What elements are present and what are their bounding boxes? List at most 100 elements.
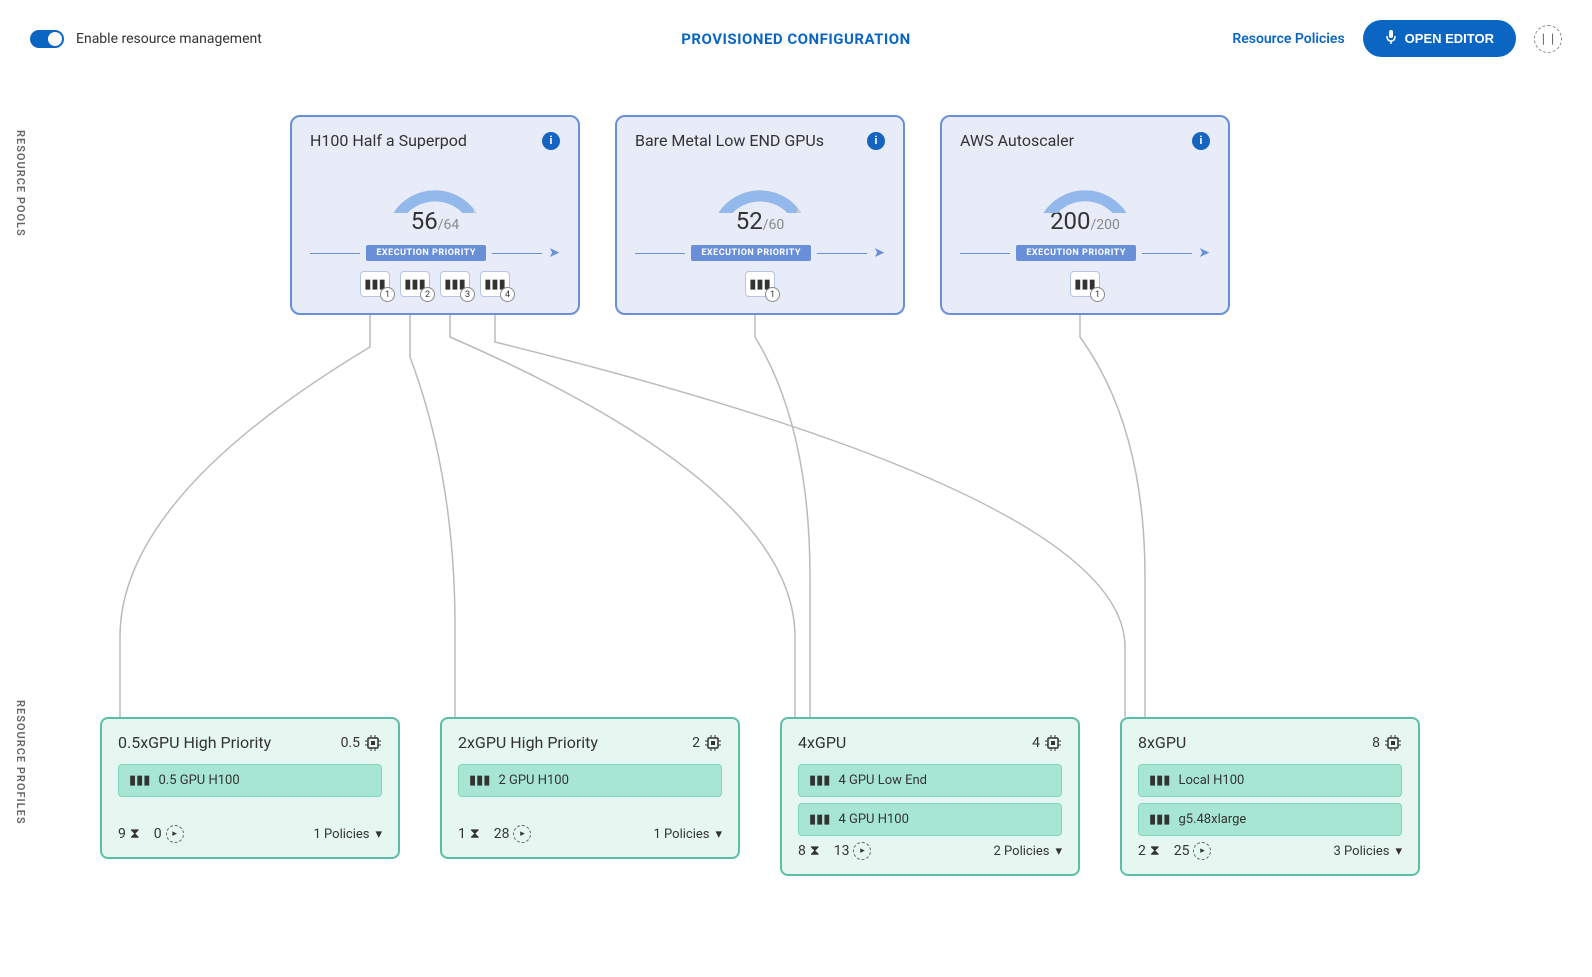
- slot-num: 2: [420, 287, 435, 302]
- gpu-count: 8: [1372, 735, 1380, 751]
- pool-title: Bare Metal Low END GPUs: [635, 131, 824, 150]
- priority-badge: EXECUTION PRIORITY: [691, 245, 811, 261]
- play-icon: ▸: [1193, 842, 1211, 860]
- resource-label: g5.48xlarge: [1178, 812, 1246, 827]
- pool-slot[interactable]: ▮▮▮2: [400, 271, 430, 297]
- resource-item[interactable]: ▮▮▮ g5.48xlarge: [1138, 803, 1402, 836]
- slot-num: 1: [765, 287, 780, 302]
- toggle-label: Enable resource management: [76, 31, 262, 47]
- barcode-icon: ▮▮▮: [469, 773, 490, 788]
- slot-num: 1: [380, 287, 395, 302]
- policies-dropdown[interactable]: 1 Policies ▾: [654, 827, 723, 842]
- pool-title: H100 Half a Superpod: [310, 131, 467, 150]
- pause-icon: ❘❘: [1539, 32, 1557, 45]
- gauge-total: /60: [763, 217, 785, 233]
- gauge: [380, 158, 490, 213]
- pending-count: 8: [798, 843, 806, 859]
- arrow-right-icon: ➤: [548, 245, 560, 261]
- pool-slot[interactable]: ▮▮▮1: [745, 271, 775, 297]
- check-icon: ✓: [51, 33, 59, 43]
- policies-label: 3 Policies: [1334, 844, 1390, 859]
- policies-label: 1 Policies: [654, 827, 710, 842]
- gpu-count: 0.5: [341, 735, 360, 751]
- pool-card-baremetal[interactable]: Bare Metal Low END GPUs i 52/60 EXECUTIO…: [615, 115, 905, 315]
- profile-title: 0.5xGPU High Priority: [118, 733, 271, 752]
- enable-resource-toggle[interactable]: ✓: [30, 30, 64, 48]
- resource-label: 2 GPU H100: [498, 773, 568, 788]
- resource-item[interactable]: ▮▮▮ 4 GPU Low End: [798, 764, 1062, 797]
- info-icon[interactable]: i: [542, 132, 560, 150]
- policies-dropdown[interactable]: 3 Policies▾: [1334, 844, 1403, 859]
- resource-label: 4 GPU Low End: [838, 773, 927, 788]
- barcode-icon: ▮▮▮: [1149, 812, 1170, 827]
- header-bar: ✓ Enable resource management PROVISIONED…: [0, 0, 1592, 77]
- info-icon[interactable]: i: [1192, 132, 1210, 150]
- chevron-down-icon: ▾: [1055, 844, 1062, 859]
- pool-slot[interactable]: ▮▮▮1: [1070, 271, 1100, 297]
- resource-item[interactable]: ▮▮▮ 4 GPU H100: [798, 803, 1062, 836]
- barcode-icon: ▮▮▮: [809, 812, 830, 827]
- resource-label: 4 GPU H100: [838, 812, 908, 827]
- running-count: 0: [154, 826, 162, 842]
- policies-dropdown[interactable]: 1 Policies ▾: [314, 827, 383, 842]
- barcode-icon: ▮▮▮: [809, 773, 830, 788]
- policies-label: 1 Policies: [314, 827, 370, 842]
- pending-count: 2: [1138, 843, 1146, 859]
- gauge: [1030, 158, 1140, 213]
- pool-card-h100[interactable]: H100 Half a Superpod i 56/64 EXECUTION P…: [290, 115, 580, 315]
- chip-icon: [704, 734, 722, 752]
- profile-title: 4xGPU: [798, 733, 846, 752]
- hourglass-icon: ⧗: [470, 826, 480, 842]
- running-count: 28: [494, 826, 510, 842]
- pool-card-aws[interactable]: AWS Autoscaler i 200/200 EXECUTION PRIOR…: [940, 115, 1230, 315]
- barcode-icon: ▮▮▮: [129, 773, 150, 788]
- open-editor-label: OPEN EDITOR: [1405, 31, 1494, 46]
- slot-num: 4: [500, 287, 515, 302]
- hourglass-icon: ⧗: [810, 843, 820, 859]
- play-icon: ▸: [853, 842, 871, 860]
- slot-num: 3: [460, 287, 475, 302]
- resource-policies-link[interactable]: Resource Policies: [1232, 31, 1344, 47]
- pending-count: 9: [118, 826, 126, 842]
- play-icon: ▸: [513, 825, 531, 843]
- page-title: PROVISIONED CONFIGURATION: [681, 30, 910, 48]
- gpu-count: 4: [1032, 735, 1040, 751]
- header-left: ✓ Enable resource management: [30, 30, 262, 48]
- policies-dropdown[interactable]: 2 Policies▾: [994, 844, 1063, 859]
- pool-title: AWS Autoscaler: [960, 131, 1074, 150]
- running-count: 13: [834, 843, 850, 859]
- gpu-count: 2: [692, 735, 700, 751]
- slot-num: 1: [1090, 287, 1105, 302]
- arrow-right-icon: ➤: [873, 245, 885, 261]
- chip-icon: [1384, 734, 1402, 752]
- priority-badge: EXECUTION PRIORITY: [1016, 245, 1136, 261]
- info-icon[interactable]: i: [867, 132, 885, 150]
- open-editor-button[interactable]: OPEN EDITOR: [1363, 20, 1516, 57]
- chip-icon: [1044, 734, 1062, 752]
- chevron-down-icon: ▾: [715, 827, 722, 842]
- resource-label: Local H100: [1178, 773, 1244, 788]
- profile-card-2xgpu[interactable]: 2xGPU High Priority 2 ▮▮▮ 2 GPU H100 1⧗ 2…: [440, 717, 740, 859]
- hourglass-icon: ⧗: [130, 826, 140, 842]
- pool-slot[interactable]: ▮▮▮1: [360, 271, 390, 297]
- profile-card-05xgpu[interactable]: 0.5xGPU High Priority 0.5 ▮▮▮0.5 GPU H10…: [100, 717, 400, 859]
- profile-card-8xgpu[interactable]: 8xGPU 8 ▮▮▮Local H100 ▮▮▮g5.48xlarge 2⧗ …: [1120, 717, 1420, 876]
- hourglass-icon: ⧗: [1150, 843, 1160, 859]
- priority-badge: EXECUTION PRIORITY: [366, 245, 486, 261]
- pending-count: 1: [458, 826, 466, 842]
- chevron-down-icon: ▾: [375, 827, 382, 842]
- header-right: Resource Policies OPEN EDITOR ❘❘: [1232, 20, 1562, 57]
- pause-button[interactable]: ❘❘: [1534, 25, 1562, 53]
- profile-card-4xgpu[interactable]: 4xGPU 4 ▮▮▮ 4 GPU Low End ▮▮▮ 4 GPU H100 8…: [780, 717, 1080, 876]
- resource-item[interactable]: ▮▮▮0.5 GPU H100: [118, 764, 382, 797]
- resource-item[interactable]: ▮▮▮Local H100: [1138, 764, 1402, 797]
- pool-slot[interactable]: ▮▮▮4: [480, 271, 510, 297]
- canvas: H100 Half a Superpod i 56/64 EXECUTION P…: [0, 77, 1592, 977]
- profile-title: 2xGPU High Priority: [458, 733, 598, 752]
- gauge-total: /200: [1091, 217, 1120, 233]
- pool-slot[interactable]: ▮▮▮3: [440, 271, 470, 297]
- resource-item[interactable]: ▮▮▮ 2 GPU H100: [458, 764, 722, 797]
- profile-title: 8xGPU: [1138, 733, 1186, 752]
- play-icon: ▸: [166, 825, 184, 843]
- chip-icon: [364, 734, 382, 752]
